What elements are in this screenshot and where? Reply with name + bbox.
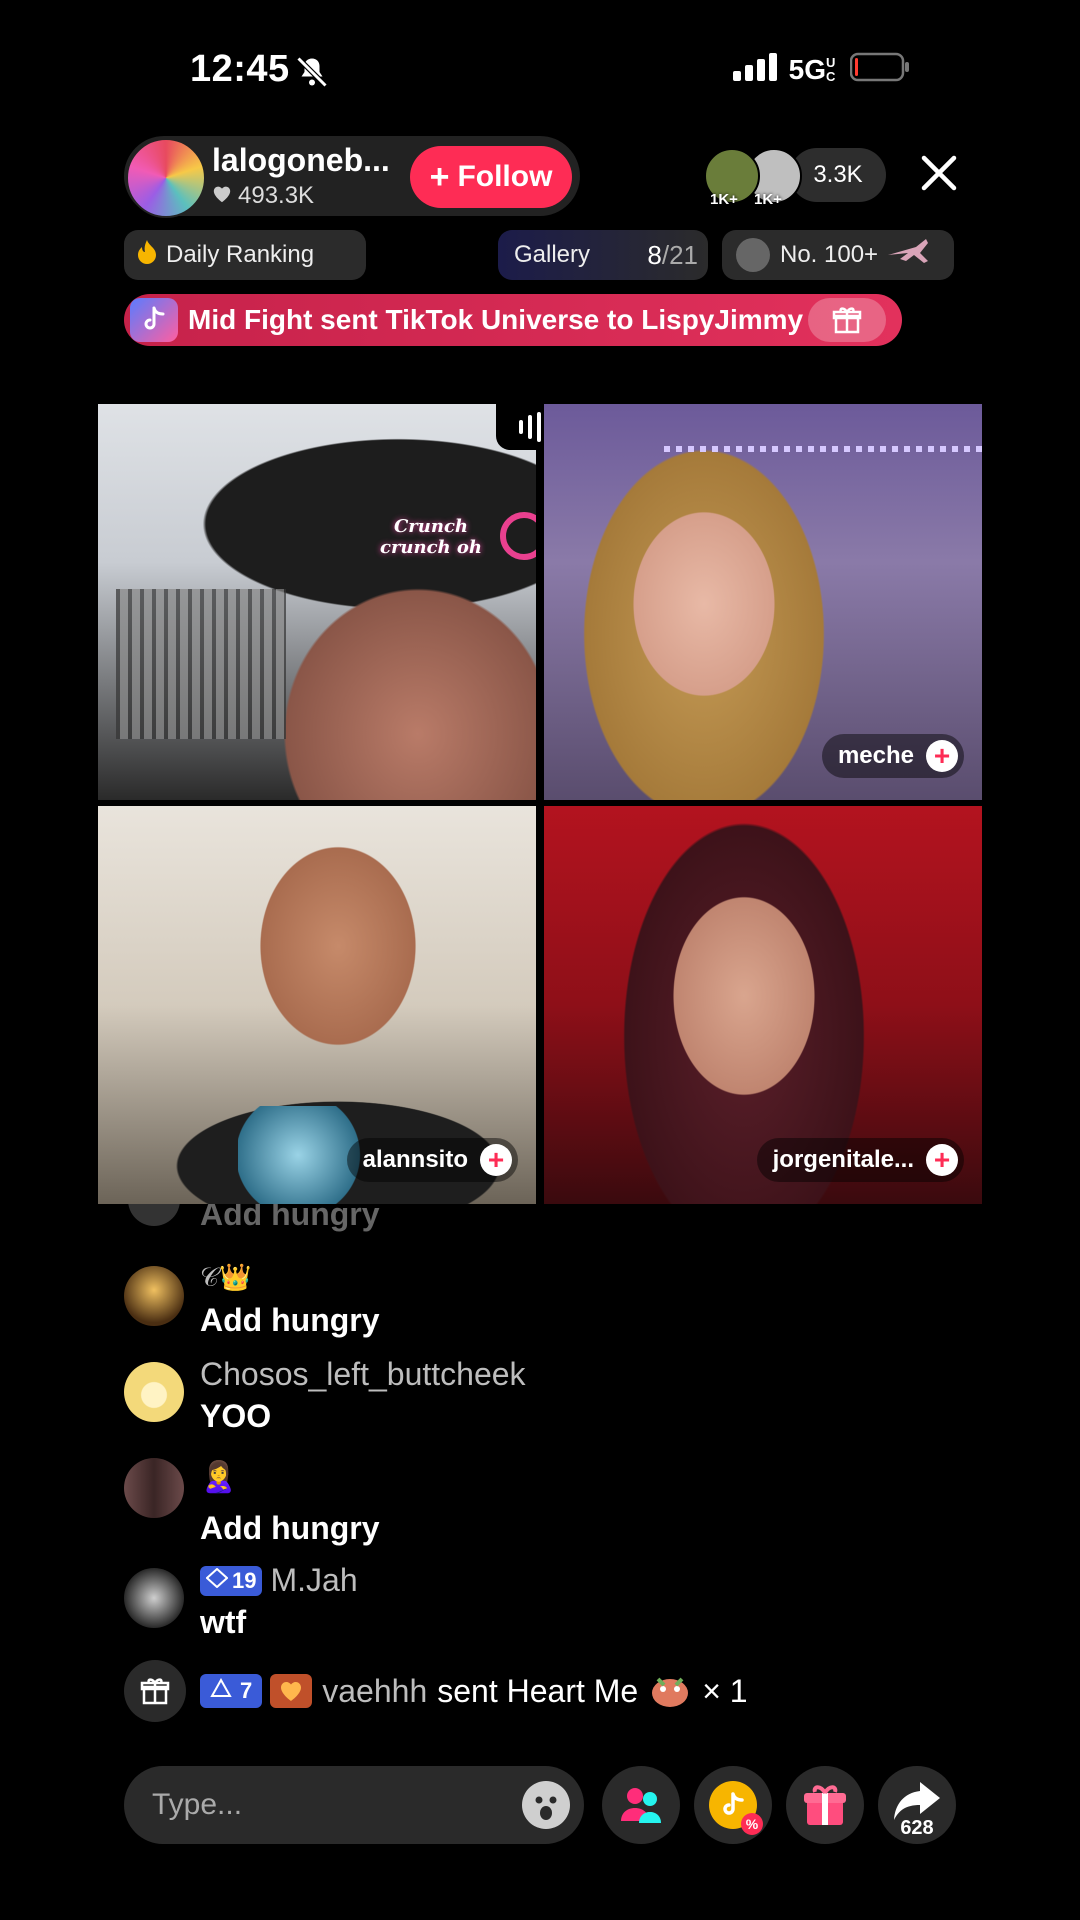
host-name[interactable]: lalogoneb...: [212, 142, 390, 179]
chat-text: YOO: [200, 1398, 272, 1434]
chat-text: wtf: [200, 1604, 247, 1640]
gift-item-icon: [648, 1669, 692, 1714]
user-level-badge: 7: [200, 1674, 263, 1708]
gallery-progress: 8: [647, 239, 662, 270]
people-icon: [621, 1788, 661, 1823]
participant-label-alannsito[interactable]: alannsito +: [346, 1138, 518, 1182]
rank-chip[interactable]: No. 100+: [722, 230, 954, 280]
add-participant-icon[interactable]: +: [480, 1144, 512, 1176]
gallery-chip[interactable]: Gallery 8/21: [498, 230, 708, 280]
fan-heart-badge: [270, 1674, 313, 1708]
host-likes-count: 493.3K: [238, 182, 315, 209]
status-right: 5G UC: [732, 52, 910, 87]
sticker-icon: [500, 512, 536, 560]
jet-icon: [886, 235, 930, 276]
rank-avatar: [736, 238, 770, 272]
chat-avatar[interactable]: [124, 1266, 184, 1326]
tiktok-coin-button[interactable]: %: [694, 1766, 772, 1844]
share-count: 628: [900, 1817, 934, 1839]
chat-text: Add hungry: [200, 1510, 380, 1546]
gift-text: sent Heart Me: [437, 1672, 639, 1709]
chat-avatar[interactable]: [124, 1458, 184, 1518]
add-participant-icon[interactable]: +: [926, 740, 958, 772]
face-sticker-text: Crunch crunch oh: [379, 516, 483, 558]
viewer-avatar-1[interactable]: 1K+: [704, 148, 760, 208]
participant-name: alannsito: [362, 1146, 468, 1173]
chat-avatar-faded: [128, 1204, 180, 1226]
multi-guest-button[interactable]: [602, 1766, 680, 1844]
chat-username[interactable]: 𝒞👑: [200, 1262, 251, 1294]
gift-sender[interactable]: vaehhh: [322, 1673, 427, 1710]
triangle-icon: [210, 1677, 232, 1704]
network-label: 5G: [788, 53, 826, 85]
viewer-badge-1: 1K+: [710, 191, 738, 208]
participant-label-meche[interactable]: meche +: [821, 734, 964, 778]
heart-icon: [212, 182, 232, 210]
viewer-badge-2: 1K+: [754, 191, 782, 208]
follow-label: Follow: [457, 160, 553, 193]
battery-icon: [849, 52, 910, 87]
diamond-icon: [205, 1567, 229, 1594]
user-level: 19: [232, 1567, 257, 1593]
gallery-label: Gallery: [514, 241, 591, 268]
tiktok-live-icon: [130, 298, 178, 342]
gift-icon: [832, 307, 862, 334]
network-suffix: UC: [826, 54, 836, 84]
participant-name: meche: [837, 742, 914, 769]
viewer-count[interactable]: 3.3K: [790, 148, 886, 202]
chat-text: Add hungry: [200, 1302, 380, 1338]
banner-text: Mid Fight sent TikTok Universe to LispyJ…: [188, 304, 804, 335]
video-tile-2[interactable]: meche +: [544, 404, 982, 800]
share-button[interactable]: 628: [878, 1766, 956, 1844]
participant-name: jorgenitale...: [772, 1146, 914, 1173]
led-strip: [664, 446, 982, 452]
emoji-icon[interactable]: [522, 1781, 570, 1829]
daily-ranking-chip[interactable]: Daily Ranking: [124, 230, 366, 280]
follow-button[interactable]: + Follow: [410, 146, 572, 208]
host-avatar[interactable]: [126, 138, 206, 218]
chat-username[interactable]: 🙎‍♀️: [200, 1460, 237, 1495]
chat-avatar[interactable]: [124, 1568, 184, 1628]
chat-faded-text: Add hungry: [200, 1204, 380, 1232]
gallery-total: /21: [661, 239, 698, 270]
add-participant-icon[interactable]: +: [926, 1144, 958, 1176]
video-tile-3[interactable]: alannsito +: [98, 806, 536, 1204]
participant-label-jorgenitale[interactable]: jorgenitale... +: [756, 1138, 964, 1182]
banner-gift-button[interactable]: [808, 298, 886, 342]
plus-icon: +: [429, 158, 450, 196]
rank-label: No. 100+: [780, 241, 879, 268]
user-level: 7: [240, 1678, 253, 1703]
user-level-badge: 19: [200, 1565, 263, 1596]
gift-icon: [804, 1785, 846, 1825]
chat-username[interactable]: Chosos_left_buttcheek: [200, 1356, 526, 1393]
window-blinds: [116, 589, 286, 739]
flame-icon: [136, 239, 158, 272]
gift-notice[interactable]: 7 vaehhh sent Heart Me × 1: [124, 1660, 924, 1722]
bell-slash-icon: [294, 54, 330, 90]
chat-avatar[interactable]: [124, 1362, 184, 1422]
tiktok-coin-icon: %: [709, 1781, 763, 1835]
gift-notice-icon: [124, 1660, 186, 1722]
video-tile-1[interactable]: Crunch crunch oh: [98, 404, 536, 800]
close-icon[interactable]: [918, 152, 960, 194]
status-time: 12:45: [190, 48, 290, 90]
host-likes: 493.3K: [212, 182, 314, 210]
daily-ranking-label: Daily Ranking: [166, 241, 315, 268]
gift-button[interactable]: [786, 1766, 864, 1844]
chat-username[interactable]: M.Jah: [270, 1562, 357, 1599]
gift-banner[interactable]: Mid Fight sent TikTok Universe to LispyJ…: [124, 294, 902, 346]
chat-faded-message: Add hungry: [124, 1204, 724, 1244]
gift-count: × 1: [702, 1672, 748, 1709]
comment-input[interactable]: [124, 1766, 584, 1844]
video-tile-4[interactable]: jorgenitale... +: [544, 806, 982, 1204]
signal-icon: [732, 53, 777, 86]
